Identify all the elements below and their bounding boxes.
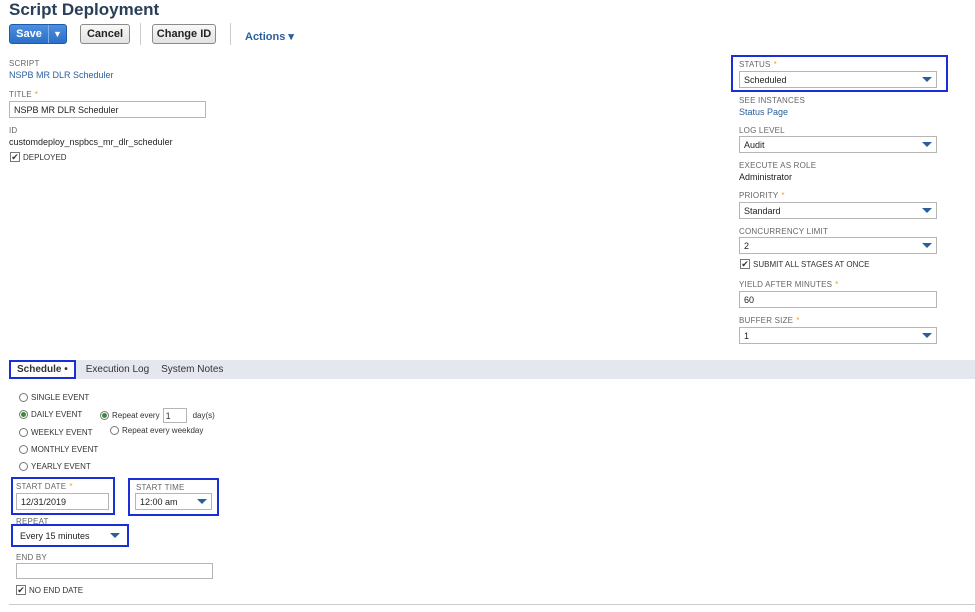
save-dropdown-arrow-icon[interactable]: ▼: [48, 25, 66, 43]
repeat-every-label: Repeat every: [112, 411, 160, 420]
chevron-down-icon: [922, 208, 932, 213]
no-end-date-checkbox[interactable]: ✔: [16, 585, 26, 595]
status-select[interactable]: Scheduled: [739, 71, 937, 88]
actions-menu[interactable]: Actions ▾: [245, 30, 294, 43]
script-link[interactable]: NSPB MR DLR Scheduler: [9, 70, 114, 80]
yield-after-minutes-input[interactable]: 60: [739, 291, 937, 308]
required-star-icon: *: [34, 90, 39, 99]
repeat-value: Every 15 minutes: [20, 530, 90, 541]
end-by-input[interactable]: [16, 563, 213, 579]
priority-label: PRIORITY *: [739, 191, 785, 200]
required-star-icon: *: [781, 191, 785, 200]
save-button[interactable]: Save ▼: [9, 24, 67, 44]
concurrency-limit-label: CONCURRENCY LIMIT: [739, 227, 829, 236]
status-label: STATUS *: [739, 60, 777, 69]
tab-system-notes[interactable]: System Notes: [155, 360, 229, 379]
chevron-down-icon: [922, 243, 932, 248]
yearly-event-option[interactable]: YEARLY EVENT: [19, 462, 91, 471]
daily-event-radio[interactable]: [19, 410, 28, 419]
required-star-icon: *: [796, 316, 800, 325]
yearly-event-label: YEARLY EVENT: [31, 462, 91, 471]
log-level-label: LOG LEVEL: [739, 126, 785, 135]
deployed-checkbox[interactable]: ✔: [10, 152, 20, 162]
start-time-label: START TIME: [136, 483, 185, 492]
concurrency-limit-value: 2: [744, 240, 750, 251]
repeat-weekday-option[interactable]: Repeat every weekday: [110, 426, 203, 435]
start-date-label: START DATE *: [16, 482, 73, 491]
single-event-label: SINGLE EVENT: [31, 393, 90, 402]
weekly-event-label: WEEKLY EVENT: [31, 428, 93, 437]
monthly-event-option[interactable]: MONTHLY EVENT: [19, 445, 98, 454]
toolbar-divider: [140, 23, 141, 45]
days-label: day(s): [192, 411, 215, 420]
start-time-value: 12:00 am: [140, 496, 178, 507]
single-event-option[interactable]: SINGLE EVENT: [19, 393, 89, 402]
id-label: ID: [9, 126, 18, 135]
buffer-size-label: BUFFER SIZE *: [739, 316, 800, 325]
daily-event-label: DAILY EVENT: [31, 410, 83, 419]
submit-all-stages-checkbox[interactable]: ✔: [740, 259, 750, 269]
see-instances-label: SEE INSTANCES: [739, 96, 806, 105]
repeat-select[interactable]: Every 15 minutes: [15, 527, 125, 544]
toolbar-divider: [230, 23, 231, 45]
page-title: Script Deployment: [9, 0, 160, 19]
submit-all-stages-label: SUBMIT ALL STAGES AT ONCE: [753, 259, 870, 269]
concurrency-limit-select[interactable]: 2: [739, 237, 937, 254]
single-event-radio[interactable]: [19, 393, 28, 402]
cancel-button[interactable]: Cancel: [80, 24, 130, 44]
repeat-every-option[interactable]: Repeat every 1 day(s): [100, 408, 215, 423]
repeat-every-days-input[interactable]: 1: [162, 408, 187, 423]
buffer-size-select[interactable]: 1: [739, 327, 937, 344]
title-input[interactable]: NSPB MR DLR Scheduler: [9, 101, 206, 118]
priority-select[interactable]: Standard: [739, 202, 937, 219]
daily-event-option[interactable]: DAILY EVENT: [19, 410, 82, 419]
execute-as-role-value: Administrator: [739, 172, 793, 182]
chevron-down-icon: [922, 142, 932, 147]
no-end-date-label: NO END DATE: [29, 585, 84, 595]
change-id-button[interactable]: Change ID: [152, 24, 216, 44]
subtabs: Schedule • Execution Log System Notes: [9, 360, 229, 379]
chevron-down-icon: [922, 77, 932, 82]
chevron-down-icon: [197, 499, 207, 504]
repeat-weekday-label: Repeat every weekday: [122, 426, 204, 435]
required-star-icon: *: [69, 482, 73, 491]
section-divider: [9, 604, 975, 605]
tab-schedule[interactable]: Schedule •: [9, 360, 76, 379]
required-star-icon: *: [835, 280, 839, 289]
weekly-event-radio[interactable]: [19, 428, 28, 437]
chevron-down-icon: [922, 333, 932, 338]
weekly-event-option[interactable]: WEEKLY EVENT: [19, 428, 93, 437]
monthly-event-radio[interactable]: [19, 445, 28, 454]
start-date-input[interactable]: 12/31/2019: [16, 493, 109, 510]
no-end-date-row[interactable]: ✔ NO END DATE: [16, 585, 83, 595]
chevron-down-icon: [110, 533, 120, 538]
deployed-label: DEPLOYED: [23, 152, 67, 162]
submit-all-stages-row[interactable]: ✔ SUBMIT ALL STAGES AT ONCE: [740, 259, 869, 269]
priority-value: Standard: [744, 205, 781, 216]
start-time-select[interactable]: 12:00 am: [135, 493, 212, 510]
title-label: TITLE *: [9, 90, 39, 99]
status-value: Scheduled: [744, 74, 787, 85]
id-value: customdeploy_nspbcs_mr_dlr_scheduler: [9, 137, 173, 147]
repeat-every-radio[interactable]: [100, 411, 109, 420]
deployed-checkbox-row[interactable]: ✔ DEPLOYED: [10, 152, 67, 162]
tab-execution-log[interactable]: Execution Log: [80, 360, 155, 379]
end-by-label: END BY: [16, 553, 47, 562]
buffer-size-value: 1: [744, 330, 750, 341]
required-star-icon: *: [773, 60, 777, 69]
repeat-weekday-radio[interactable]: [110, 426, 119, 435]
log-level-select[interactable]: Audit: [739, 136, 937, 153]
status-page-link[interactable]: Status Page: [739, 107, 788, 117]
log-level-value: Audit: [744, 139, 765, 150]
save-button-label[interactable]: Save: [10, 25, 48, 43]
execute-as-role-label: EXECUTE AS ROLE: [739, 161, 817, 170]
monthly-event-label: MONTHLY EVENT: [31, 445, 99, 454]
script-label: SCRIPT: [9, 59, 40, 68]
yearly-event-radio[interactable]: [19, 462, 28, 471]
yield-after-minutes-label: YIELD AFTER MINUTES *: [739, 280, 839, 289]
